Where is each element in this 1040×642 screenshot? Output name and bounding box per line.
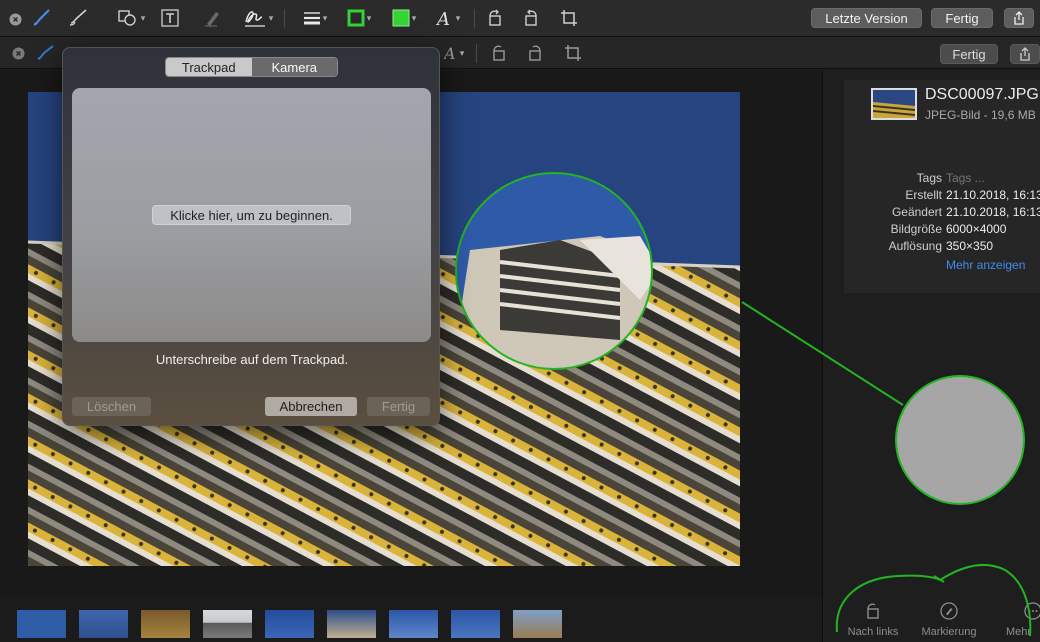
- toolbar-divider: [474, 9, 475, 28]
- action-label: Markierung: [921, 626, 977, 638]
- chevron-down-icon: ▾: [366, 12, 372, 23]
- rotate-right-icon[interactable]: [520, 8, 542, 28]
- meta-row-resolution: Auflösung 350×350: [844, 239, 1040, 256]
- film-thumbnail[interactable]: [265, 610, 314, 638]
- tags-input[interactable]: Tags ...: [946, 171, 985, 185]
- meta-value: 350×350: [946, 239, 994, 253]
- film-thumbnail[interactable]: [203, 610, 252, 638]
- svg-text:A: A: [444, 44, 456, 62]
- more-action[interactable]: Mehr: [996, 602, 1040, 638]
- line-style-icon[interactable]: ▾: [298, 8, 332, 28]
- share-icon: [1020, 47, 1030, 61]
- fill-color-icon[interactable]: ▾: [386, 8, 422, 28]
- meta-row-modified: Geändert 21.10.2018, 16:13: [844, 205, 1040, 222]
- chevron-down-icon: ▾: [322, 12, 328, 23]
- filmstrip: [0, 596, 822, 642]
- file-info-panel: DSC00097.JPG JPEG-Bild - 19,6 MB Tags Ta…: [844, 80, 1040, 293]
- meta-value: 21.10.2018, 16:13: [946, 205, 1040, 219]
- close-icon[interactable]: [11, 46, 25, 60]
- action-label: Mehr: [1006, 626, 1032, 638]
- file-type: JPEG-Bild - 19,6 MB: [925, 108, 1036, 122]
- share-icon: [1014, 11, 1024, 25]
- latest-version-button[interactable]: Letzte Version: [811, 8, 922, 28]
- sketch-icon[interactable]: [31, 8, 55, 28]
- crop-icon[interactable]: [558, 8, 580, 28]
- file-name: DSC00097.JPG: [925, 86, 1039, 103]
- more-icon: [1024, 602, 1040, 620]
- magnifier-shape[interactable]: [895, 375, 1025, 505]
- file-thumbnail: [871, 88, 917, 120]
- rotate-left-icon[interactable]: [488, 43, 510, 63]
- show-more-link[interactable]: Mehr anzeigen: [946, 258, 1025, 272]
- text-icon[interactable]: [159, 8, 181, 28]
- film-thumbnail[interactable]: [389, 610, 438, 638]
- film-thumbnail[interactable]: [513, 610, 562, 638]
- film-thumbnail[interactable]: [451, 610, 500, 638]
- font-icon[interactable]: A ▾: [440, 43, 468, 63]
- chevron-down-icon: ▾: [455, 12, 461, 23]
- meta-key: Bildgröße: [890, 222, 942, 236]
- share-button[interactable]: [1004, 8, 1034, 28]
- meta-row-dimensions: Bildgröße 6000×4000: [844, 222, 1040, 239]
- highlight-icon[interactable]: [201, 8, 223, 28]
- rotate-left-icon: [864, 602, 882, 620]
- clear-button[interactable]: Löschen: [72, 397, 151, 416]
- done-button[interactable]: Fertig: [931, 8, 993, 28]
- crop-icon[interactable]: [562, 43, 584, 63]
- signature-done-button[interactable]: Fertig: [367, 397, 430, 416]
- sketch-icon[interactable]: [35, 44, 57, 62]
- film-thumbnail[interactable]: [17, 610, 66, 638]
- chevron-down-icon: ▾: [268, 12, 274, 23]
- action-label: Nach links: [847, 626, 899, 638]
- tab-trackpad[interactable]: Trackpad: [166, 58, 252, 76]
- signature-hint: Unterschreibe auf dem Trackpad.: [155, 352, 349, 367]
- toolbar-divider: [476, 44, 477, 63]
- rotate-left-icon[interactable]: [484, 8, 506, 28]
- draw-icon[interactable]: [67, 8, 93, 28]
- tab-camera[interactable]: Kamera: [251, 58, 337, 76]
- film-thumbnail[interactable]: [79, 610, 128, 638]
- cancel-button[interactable]: Abbrechen: [265, 397, 357, 416]
- film-thumbnail[interactable]: [141, 610, 190, 638]
- meta-value: 6000×4000: [946, 222, 1007, 236]
- close-icon[interactable]: [8, 12, 22, 26]
- meta-key: Auflösung: [888, 239, 942, 253]
- chevron-down-icon: ▾: [459, 47, 465, 58]
- rotate-left-action[interactable]: Nach links: [841, 602, 905, 638]
- font-icon[interactable]: A ▾: [431, 6, 465, 30]
- signature-popover: Trackpad Kamera Klicke hier, um zu begin…: [62, 47, 440, 426]
- markup-action[interactable]: Markierung: [917, 602, 981, 638]
- chevron-down-icon: ▾: [140, 12, 146, 23]
- start-signature-button[interactable]: Klicke hier, um zu beginnen.: [152, 205, 351, 225]
- svg-text:A: A: [436, 9, 450, 28]
- meta-row-created: Erstellt 21.10.2018, 16:13: [844, 188, 1040, 205]
- shapes-icon[interactable]: ▾: [113, 8, 149, 28]
- toolbar-divider: [284, 9, 285, 28]
- meta-key: Geändert: [891, 205, 942, 219]
- border-color-icon[interactable]: ▾: [341, 8, 377, 28]
- share-button[interactable]: [1010, 44, 1040, 64]
- signature-icon[interactable]: ▾: [240, 6, 276, 30]
- signature-pad[interactable]: Klicke hier, um zu beginnen.: [72, 88, 431, 342]
- film-thumbnail[interactable]: [327, 610, 376, 638]
- meta-value: 21.10.2018, 16:13: [946, 188, 1040, 202]
- sidebar-divider: [822, 70, 823, 642]
- rotate-right-icon[interactable]: [524, 43, 546, 63]
- meta-key: Erstellt: [905, 188, 942, 202]
- chevron-down-icon: ▾: [411, 12, 417, 23]
- signature-source-tabs: Trackpad Kamera: [165, 57, 338, 77]
- done-button[interactable]: Fertig: [940, 44, 998, 64]
- meta-row-tags: Tags Tags ...: [844, 171, 1040, 188]
- meta-key: Tags: [916, 171, 942, 185]
- main-toolbar: ▾ ▾ ▾ ▾ ▾ A ▾ Letzte Version Fertig: [0, 0, 1040, 37]
- markup-icon: [940, 602, 958, 620]
